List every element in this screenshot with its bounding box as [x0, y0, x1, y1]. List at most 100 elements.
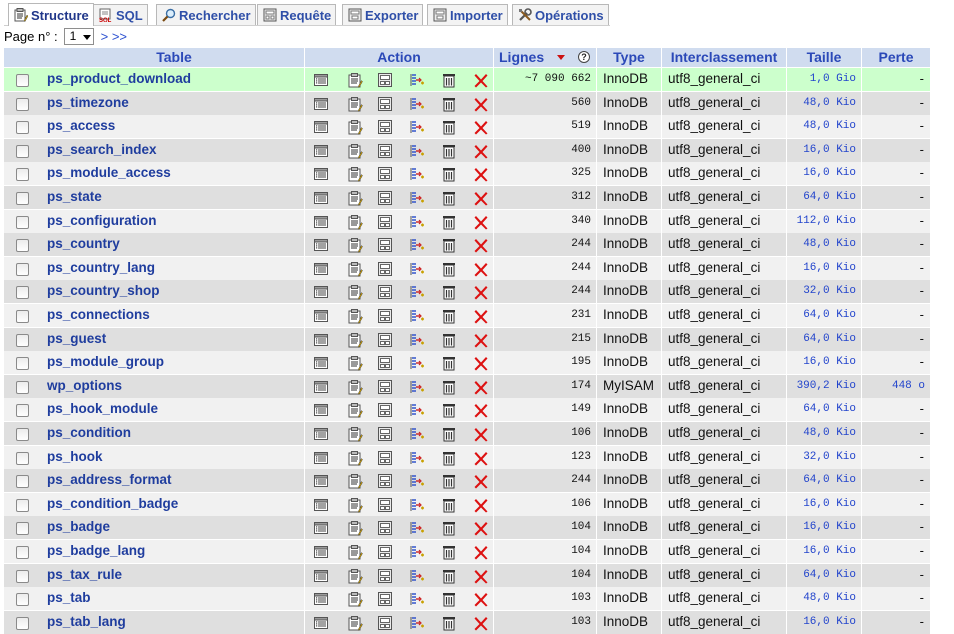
browse-icon[interactable] — [313, 615, 329, 631]
table-name-link[interactable]: ps_tab — [47, 590, 91, 605]
header-type[interactable]: Type — [597, 48, 661, 67]
table-size-link[interactable]: 64,0 Kio — [803, 191, 856, 203]
empty-icon[interactable] — [441, 237, 457, 253]
row-checkbox[interactable] — [16, 286, 29, 300]
table-size-link[interactable]: 32,0 Kio — [803, 285, 856, 297]
table-name-link[interactable]: ps_connections — [47, 307, 150, 322]
table-size-link[interactable]: 16,0 Kio — [803, 616, 856, 628]
table-size-link[interactable]: 48,0 Kio — [803, 238, 856, 250]
empty-icon[interactable] — [441, 544, 457, 560]
structure-icon[interactable] — [347, 450, 363, 466]
structure-icon[interactable] — [347, 402, 363, 419]
drop-icon[interactable] — [473, 143, 489, 159]
table-row[interactable]: ps_configuration 340 InnoDB utf8_general_ci… — [4, 209, 930, 233]
structure-icon[interactable] — [347, 379, 363, 395]
insert-icon[interactable] — [409, 237, 425, 253]
tab-sql[interactable]: SQL SQL — [93, 4, 148, 25]
browse-icon[interactable] — [313, 284, 329, 300]
insert-icon[interactable] — [409, 591, 425, 607]
table-size-link[interactable]: 64,0 Kio — [803, 333, 856, 345]
drop-icon[interactable] — [473, 72, 489, 88]
row-checkbox[interactable] — [16, 144, 29, 158]
drop-icon[interactable] — [473, 166, 489, 182]
drop-icon[interactable] — [473, 473, 489, 489]
insert-icon[interactable] — [409, 450, 425, 466]
structure-icon[interactable] — [347, 591, 363, 608]
insert-icon[interactable] — [409, 426, 425, 442]
insert-icon[interactable] — [409, 568, 425, 584]
row-checkbox[interactable] — [16, 192, 29, 205]
empty-icon[interactable] — [441, 450, 457, 466]
table-name-link[interactable]: ps_configuration — [47, 213, 157, 228]
row-checkbox[interactable] — [16, 428, 29, 441]
browse-icon[interactable] — [313, 332, 329, 348]
row-checkbox[interactable] — [16, 451, 29, 465]
row-checkbox[interactable] — [16, 262, 29, 276]
browse-icon[interactable] — [313, 237, 329, 253]
tab-structure[interactable]: Structure — [8, 3, 94, 26]
header-table[interactable]: Table — [44, 48, 304, 67]
empty-icon[interactable] — [441, 284, 457, 300]
table-size-link[interactable]: 16,0 Kio — [803, 521, 856, 533]
table-size-link[interactable]: 48,0 Kio — [803, 120, 856, 132]
browse-icon[interactable] — [313, 143, 329, 159]
insert-icon[interactable] — [409, 497, 425, 513]
table-row[interactable]: ps_tab_lang 103 InnoDB utf8_general_ci 16,0 … — [4, 610, 930, 634]
row-checkbox[interactable] — [16, 380, 29, 394]
drop-icon[interactable] — [473, 450, 489, 466]
search-icon[interactable] — [377, 214, 393, 230]
empty-icon[interactable] — [441, 615, 457, 631]
insert-icon[interactable] — [409, 355, 425, 371]
search-icon[interactable] — [377, 72, 393, 88]
next-page-link[interactable]: > >> — [101, 29, 127, 44]
row-checkbox[interactable] — [16, 546, 29, 559]
browse-icon[interactable] — [313, 544, 329, 560]
browse-icon[interactable] — [313, 308, 329, 324]
table-row[interactable]: ps_search_index 400 InnoDB utf8_general_ci 1… — [4, 138, 930, 162]
table-name-link[interactable]: ps_state — [47, 189, 102, 204]
insert-icon[interactable] — [409, 119, 425, 135]
table-name-link[interactable]: ps_hook_module — [47, 401, 158, 416]
search-icon[interactable] — [377, 473, 393, 489]
insert-icon[interactable] — [409, 308, 425, 324]
table-name-link[interactable]: ps_module_access — [47, 165, 171, 180]
row-checkbox[interactable] — [16, 522, 29, 536]
structure-icon[interactable] — [347, 237, 363, 254]
header-lignes[interactable]: Lignes ? — [494, 48, 596, 67]
row-checkbox[interactable] — [16, 215, 29, 229]
browse-icon[interactable] — [313, 450, 329, 466]
drop-icon[interactable] — [473, 426, 489, 442]
search-icon[interactable] — [377, 379, 393, 395]
search-icon[interactable] — [377, 166, 393, 182]
table-row[interactable]: ps_hook_module 149 InnoDB utf8_general_ci 64… — [4, 398, 930, 422]
table-name-link[interactable]: ps_country_shop — [47, 283, 160, 298]
search-icon[interactable] — [377, 520, 393, 536]
empty-icon[interactable] — [441, 119, 457, 135]
row-checkbox[interactable] — [16, 357, 29, 371]
browse-icon[interactable] — [313, 214, 329, 230]
empty-icon[interactable] — [441, 143, 457, 159]
table-size-link[interactable]: 64,0 Kio — [803, 309, 856, 321]
browse-icon[interactable] — [313, 72, 329, 88]
insert-icon[interactable] — [409, 261, 425, 277]
table-size-link[interactable]: 16,0 Kio — [803, 262, 856, 274]
table-row[interactable]: ps_module_access 325 InnoDB utf8_general_ci… — [4, 162, 930, 186]
table-row[interactable]: ps_country_lang 244 InnoDB utf8_general_ci 1… — [4, 256, 930, 280]
row-checkbox[interactable] — [16, 593, 29, 607]
empty-icon[interactable] — [441, 190, 457, 206]
row-checkbox[interactable] — [16, 168, 29, 182]
table-row[interactable]: ps_country_shop 244 InnoDB utf8_general_ci 3… — [4, 280, 930, 304]
help-icon[interactable]: ? — [578, 51, 590, 63]
drop-icon[interactable] — [473, 615, 489, 631]
browse-icon[interactable] — [313, 355, 329, 371]
structure-icon[interactable] — [347, 72, 363, 88]
browse-icon[interactable] — [313, 190, 329, 206]
table-row[interactable]: ps_condition_badge 106 InnoDB utf8_general_… — [4, 492, 930, 516]
drop-icon[interactable] — [473, 497, 489, 513]
search-icon[interactable] — [377, 261, 393, 277]
search-icon[interactable] — [377, 284, 393, 300]
table-size-link[interactable]: 390,2 Kio — [797, 380, 856, 392]
structure-icon[interactable] — [347, 96, 363, 112]
structure-icon[interactable] — [347, 497, 363, 513]
drop-icon[interactable] — [473, 308, 489, 324]
